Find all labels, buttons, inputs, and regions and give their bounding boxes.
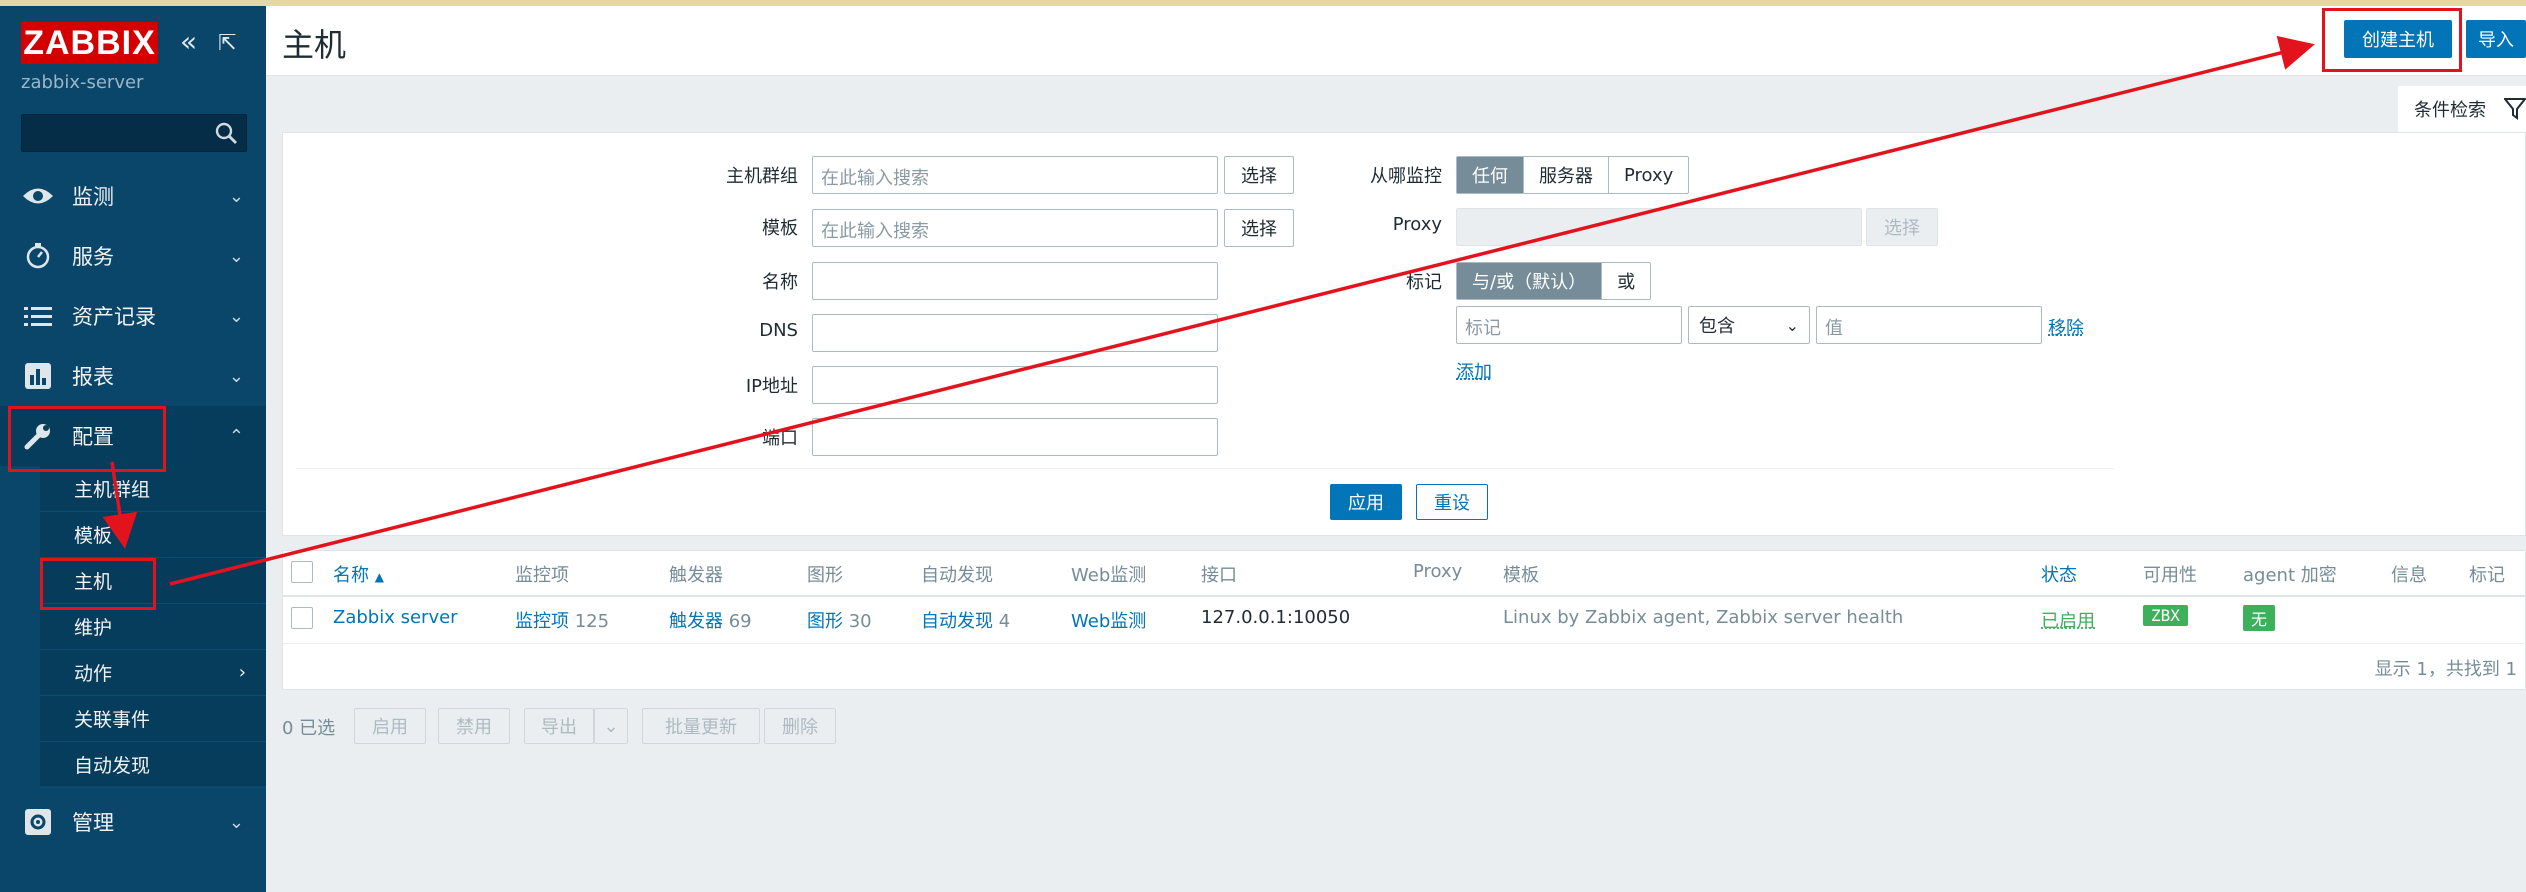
annotation-arrows	[0, 0, 2526, 892]
